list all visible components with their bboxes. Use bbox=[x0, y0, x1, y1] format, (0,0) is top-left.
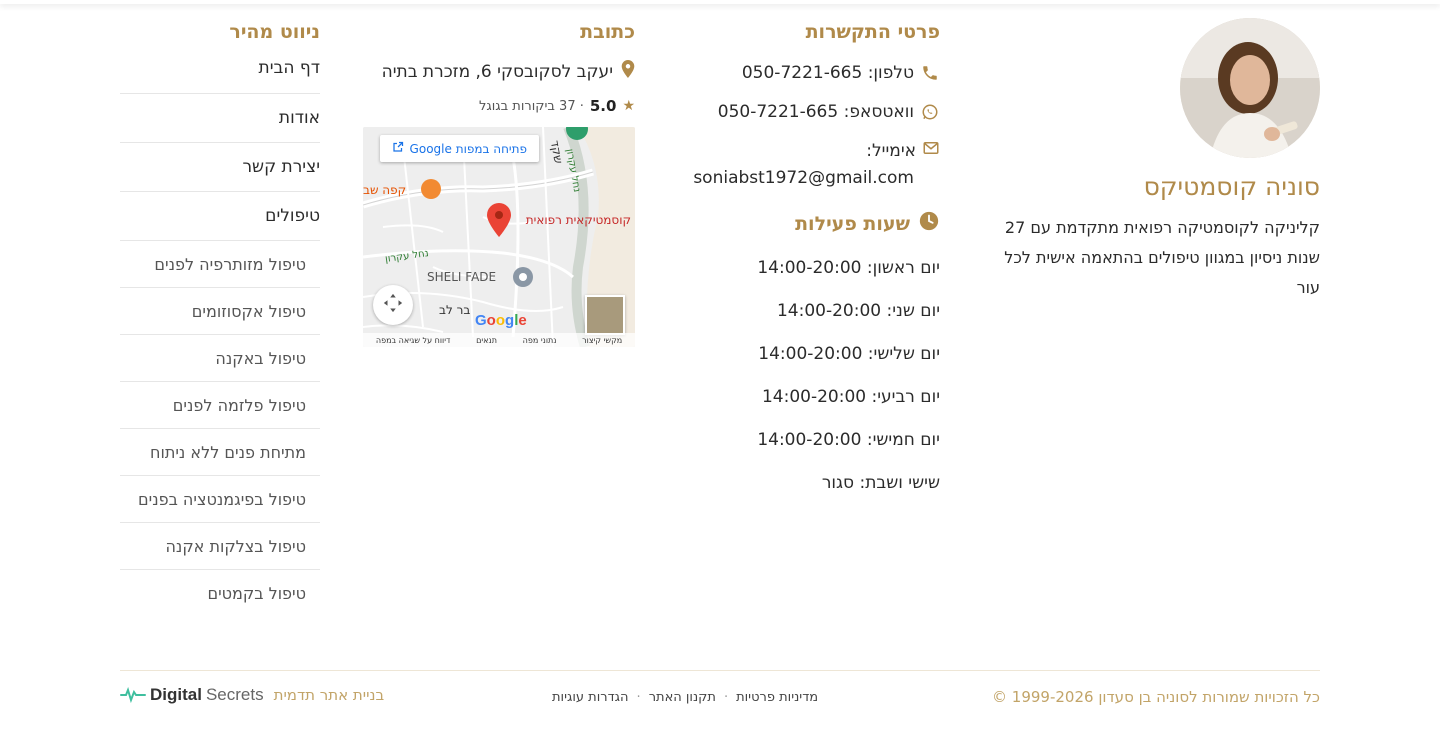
whatsapp-icon bbox=[920, 102, 940, 122]
hours-row-monday: יום שני: 14:00-20:00 bbox=[776, 301, 940, 321]
terms-link[interactable]: תקנון האתר bbox=[649, 690, 716, 705]
address-text: יעקב לסקובסקי 6, מזכרת בתיה bbox=[381, 61, 613, 82]
open-in-maps-label: פתיחה במפות Google bbox=[409, 141, 527, 156]
external-link-icon bbox=[392, 141, 404, 156]
email-link[interactable]: soniabst1972@gmail.com bbox=[680, 168, 940, 188]
digital-secrets-logo: Digital Secrets bbox=[120, 685, 264, 705]
nav-sub-facelift[interactable]: מתיחת פנים ללא ניתוח bbox=[120, 429, 320, 476]
whatsapp-text: וואטסאפ: 050-7221-665 bbox=[717, 102, 914, 122]
nav-title: ניווט מהיר bbox=[229, 21, 320, 43]
hours-title: שעות פעילות bbox=[795, 212, 910, 235]
rating-text: · 37 ביקורות בגוגל bbox=[479, 98, 584, 114]
map-street-label-4: בר לב bbox=[439, 303, 471, 317]
hours-row-wednesday: יום רביעי: 14:00-20:00 bbox=[761, 387, 940, 407]
nav-list: דף הבית אודות יצירת קשר טיפולים טיפול מז… bbox=[120, 56, 320, 617]
google-logo: Google bbox=[475, 312, 527, 329]
nav-sub-acne[interactable]: טיפול באקנה bbox=[120, 335, 320, 382]
map-footer-report[interactable]: דיווח על שגיאה במפה bbox=[376, 336, 451, 345]
open-in-google-maps-button[interactable]: פתיחה במפות Google bbox=[379, 135, 539, 162]
email-row: אימייל: bbox=[680, 139, 940, 162]
nav-sub-acne-scars[interactable]: טיפול בצלקות אקנה bbox=[120, 523, 320, 570]
legal-links: מדיניות פרטיות · תקנון האתר · הגדרות עוג… bbox=[552, 690, 818, 705]
map-pin-icon bbox=[621, 60, 635, 83]
contact-column: פרטי התקשרות טלפון: 050-7221-665 וואטסאפ… bbox=[680, 18, 940, 495]
footer-bar: כל הזכויות שמורות לסוניה בן סעדון 1999-2… bbox=[120, 670, 1320, 730]
hours-row-weekend: שישי ושבת: סגור bbox=[821, 473, 940, 493]
quick-nav-column: ניווט מהיר דף הבית אודות יצירת קשר טיפול… bbox=[120, 18, 320, 617]
map-sheli-label: SHELI FADE bbox=[427, 270, 497, 284]
nav-sub-exosomes[interactable]: טיפול אקסוזומים bbox=[120, 288, 320, 335]
link-separator: · bbox=[723, 690, 729, 705]
logo-bold-text: Digital bbox=[150, 685, 202, 704]
avatar bbox=[1180, 18, 1320, 158]
address-column: כתובת יעקב לסקובסקי 6, מזכרת בתיה ★ 5.0 … bbox=[363, 18, 635, 347]
hours-row-sunday: יום ראשון: 14:00-20:00 bbox=[757, 258, 940, 278]
hours-title-row: שעות פעילות bbox=[680, 210, 940, 237]
privacy-policy-link[interactable]: מדיניות פרטיות bbox=[736, 690, 818, 705]
hours-row-tuesday: יום שלישי: 14:00-20:00 bbox=[758, 344, 940, 364]
avatar-image bbox=[1180, 18, 1320, 158]
nav-sub-wrinkles[interactable]: טיפול בקמטים bbox=[120, 570, 320, 617]
nav-sub-pigmentation[interactable]: טיפול בפיגמנטציה בפנים bbox=[120, 476, 320, 523]
rating-score: 5.0 bbox=[589, 97, 617, 115]
site-credit-link[interactable]: Digital Secrets בניית אתר תדמית bbox=[120, 685, 384, 705]
map-cafe-label: קפה שב bbox=[363, 183, 407, 197]
address-row: יעקב לסקובסקי 6, מזכרת בתיה bbox=[363, 60, 635, 83]
cookie-settings-link[interactable]: הגדרות עוגיות bbox=[552, 690, 629, 705]
nav-sub-plasma[interactable]: טיפול פלזמה לפנים bbox=[120, 382, 320, 429]
nav-item-about[interactable]: אודות bbox=[120, 94, 320, 143]
profile-column: סוניה קוסמטיקס קליניקה לקוסמטיקה רפואית … bbox=[990, 18, 1320, 303]
move-arrows-icon bbox=[382, 292, 404, 318]
footer-main: סוניה קוסמטיקס קליניקה לקוסמטיקה רפואית … bbox=[120, 0, 1320, 650]
map-place-label: קוסמטיקאית רפואית bbox=[525, 213, 631, 227]
nav-item-home[interactable]: דף הבית bbox=[120, 56, 320, 94]
rating-row: ★ 5.0 · 37 ביקורות בגוגל bbox=[363, 97, 635, 115]
map-footer-terms[interactable]: תנאים bbox=[476, 336, 497, 345]
clock-icon bbox=[918, 210, 940, 237]
map-footer: מקשי קיצור נתוני מפה תנאים דיווח על שגיא… bbox=[363, 333, 635, 347]
nav-sub-mesotherapy[interactable]: טיפול מזותרפיה לפנים bbox=[120, 241, 320, 288]
map-footer-shortcuts[interactable]: מקשי קיצור bbox=[582, 336, 622, 345]
map-satellite-toggle[interactable] bbox=[585, 295, 625, 335]
pulse-icon bbox=[120, 687, 146, 703]
credit-text: בניית אתר תדמית bbox=[273, 686, 385, 704]
link-separator: · bbox=[636, 690, 641, 705]
hours-row-thursday: יום חמישי: 14:00-20:00 bbox=[757, 430, 940, 450]
phone-link[interactable]: טלפון: 050-7221-665 bbox=[680, 61, 940, 85]
star-icon: ★ bbox=[622, 98, 635, 114]
profile-description: קליניקה לקוסמטיקה רפואית מתקדמת עם 27 שנ… bbox=[1004, 218, 1320, 297]
whatsapp-link[interactable]: וואטסאפ: 050-7221-665 bbox=[680, 100, 940, 124]
map-fullscreen-button[interactable] bbox=[373, 285, 413, 325]
nav-item-contact[interactable]: יצירת קשר bbox=[120, 143, 320, 192]
address-title: כתובת bbox=[580, 21, 635, 43]
copyright: כל הזכויות שמורות לסוניה בן סעדון 1999-2… bbox=[992, 688, 1320, 706]
phone-text: טלפון: 050-7221-665 bbox=[741, 63, 914, 83]
logo-light-text: Secrets bbox=[205, 685, 264, 704]
envelope-icon bbox=[922, 139, 940, 162]
profile-name: סוניה קוסמטיקס bbox=[1143, 172, 1320, 201]
contact-title: פרטי התקשרות bbox=[805, 21, 940, 43]
nav-item-treatments[interactable]: טיפולים bbox=[120, 192, 320, 241]
google-map[interactable]: שקד נחל עקרון קוסמטיקאית רפואית קפה שב S… bbox=[363, 127, 635, 347]
phone-icon bbox=[920, 63, 940, 83]
map-footer-data[interactable]: נתוני מפה bbox=[523, 336, 557, 345]
email-label: אימייל: bbox=[866, 140, 916, 161]
